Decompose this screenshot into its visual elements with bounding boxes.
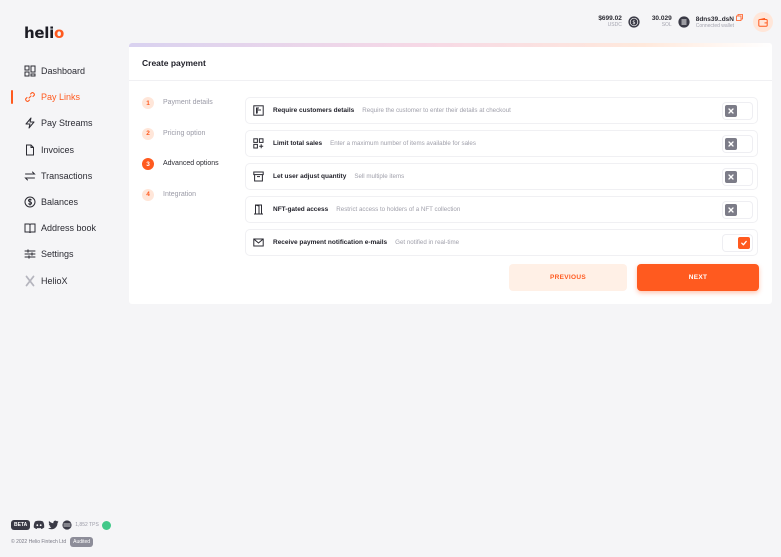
usdc-balance: $699.02 USDC <box>598 14 622 28</box>
toggle-require-customer-details[interactable] <box>723 103 752 119</box>
wallet-info[interactable]: 8dns39..dsN Connected wallet <box>696 14 743 29</box>
globe-icon[interactable] <box>62 520 72 530</box>
sidebar-item-label: Transactions <box>41 170 93 181</box>
close-icon <box>725 105 737 117</box>
option-nft-gated-access[interactable]: NFT-gated access Restrict access to hold… <box>245 196 758 223</box>
dollar-coin-icon <box>24 196 36 208</box>
book-icon <box>24 222 36 234</box>
copy-icon[interactable] <box>736 14 743 22</box>
page-title: Create payment <box>142 58 206 68</box>
sidebar-nav: Dashboard Pay Links Pay Streams Invoices… <box>0 58 120 294</box>
svg-text:$: $ <box>632 20 635 26</box>
form-icon <box>252 105 264 117</box>
document-icon <box>24 144 36 156</box>
step-label: Integration <box>163 190 197 198</box>
toggle-payment-notification-emails[interactable] <box>723 235 752 251</box>
x-icon <box>24 275 36 287</box>
sidebar-item-label: Invoices <box>41 144 75 155</box>
sidebar-item-balances[interactable]: Balances <box>0 189 120 215</box>
create-payment-card: Create payment 1 Payment details 2 Prici… <box>129 43 772 304</box>
copyright-text: © 2022 Helio Fintech Ltd <box>11 539 67 545</box>
sidebar-item-pay-links[interactable]: Pay Links <box>0 84 120 110</box>
wallet-button[interactable] <box>753 12 773 32</box>
archive-icon <box>252 171 264 183</box>
next-button[interactable]: NEXT <box>637 264 759 291</box>
sidebar: helio Dashboard Pay Links Pay Streams In… <box>0 0 120 557</box>
sidebar-item-transactions[interactable]: Transactions <box>0 163 120 189</box>
dashboard-icon <box>24 65 36 77</box>
toggle-limit-total-sales[interactable] <box>723 136 752 152</box>
sidebar-item-label: HelioX <box>41 275 68 286</box>
step-integration[interactable]: 4 Integration <box>142 188 242 220</box>
topbar: $699.02 USDC $ 30.029 SOL 8dns39..dsN Co… <box>598 12 773 32</box>
audited-badge[interactable]: Audited <box>70 537 94 547</box>
option-require-customer-details[interactable]: Require customers details Require the cu… <box>245 97 758 124</box>
sliders-icon <box>24 248 36 260</box>
sidebar-item-label: Pay Links <box>41 92 81 103</box>
stepper: 1 Payment details 2 Pricing option 3 Adv… <box>142 97 242 219</box>
wallet-icon <box>758 17 768 27</box>
step-number: 4 <box>142 188 154 201</box>
sidebar-item-settings[interactable]: Settings <box>0 241 120 267</box>
step-label: Pricing option <box>163 129 206 137</box>
advanced-options-list: Require customers details Require the cu… <box>245 97 758 262</box>
sol-coin-icon <box>678 16 690 28</box>
check-icon <box>738 237 750 249</box>
arrows-icon <box>24 170 36 182</box>
network-status-icon <box>101 520 111 530</box>
card-accent-bar <box>129 43 772 47</box>
step-label: Advanced options <box>163 160 219 167</box>
lightning-icon <box>24 117 36 129</box>
sidebar-item-pay-streams[interactable]: Pay Streams <box>0 110 120 136</box>
discord-icon[interactable] <box>33 520 45 530</box>
divider <box>129 80 772 81</box>
beta-badge: BETA <box>11 520 31 530</box>
sidebar-item-label: Address book <box>41 223 97 234</box>
mail-icon <box>252 237 264 249</box>
step-payment-details[interactable]: 1 Payment details <box>142 97 242 128</box>
sidebar-item-heliox[interactable]: HelioX <box>0 268 120 294</box>
sidebar-item-label: Settings <box>41 249 74 260</box>
sidebar-item-label: Pay Streams <box>41 118 93 129</box>
sidebar-item-dashboard[interactable]: Dashboard <box>0 58 120 84</box>
previous-button[interactable]: PREVIOUS <box>509 264 627 291</box>
sidebar-item-label: Balances <box>41 197 79 208</box>
option-limit-total-sales[interactable]: Limit total sales Enter a maximum number… <box>245 130 758 157</box>
grid-plus-icon <box>252 138 264 150</box>
step-label: Payment details <box>163 99 213 106</box>
step-number: 3 <box>142 158 154 170</box>
toggle-adjust-quantity[interactable] <box>723 169 752 185</box>
tps-counter: 1,852 TPS <box>75 522 99 528</box>
step-number: 2 <box>142 127 154 140</box>
step-advanced-options[interactable]: 3 Advanced options <box>142 158 242 189</box>
option-adjust-quantity[interactable]: Let user adjust quantity Sell multiple i… <box>245 163 758 190</box>
twitter-icon[interactable] <box>48 520 59 530</box>
usdc-coin-icon: $ <box>628 16 640 28</box>
sidebar-footer: BETA 1,852 TPS © 2022 Helio Fintech Ltd … <box>11 519 126 548</box>
step-pricing-option[interactable]: 2 Pricing option <box>142 127 242 159</box>
close-icon <box>725 204 737 216</box>
close-icon <box>725 171 737 183</box>
toggle-nft-gated-access[interactable] <box>723 202 752 218</box>
link-icon <box>24 91 36 103</box>
sidebar-item-label: Dashboard <box>41 66 86 77</box>
sol-balance: 30.029 SOL <box>651 14 672 28</box>
sidebar-item-address-book[interactable]: Address book <box>0 215 120 241</box>
helio-logo[interactable]: helio <box>24 24 64 42</box>
option-payment-notification-emails[interactable]: Receive payment notification e-mails Get… <box>245 229 758 256</box>
close-icon <box>725 138 737 150</box>
sidebar-item-invoices[interactable]: Invoices <box>0 137 120 163</box>
step-number: 1 <box>142 97 154 109</box>
door-icon <box>252 204 264 216</box>
